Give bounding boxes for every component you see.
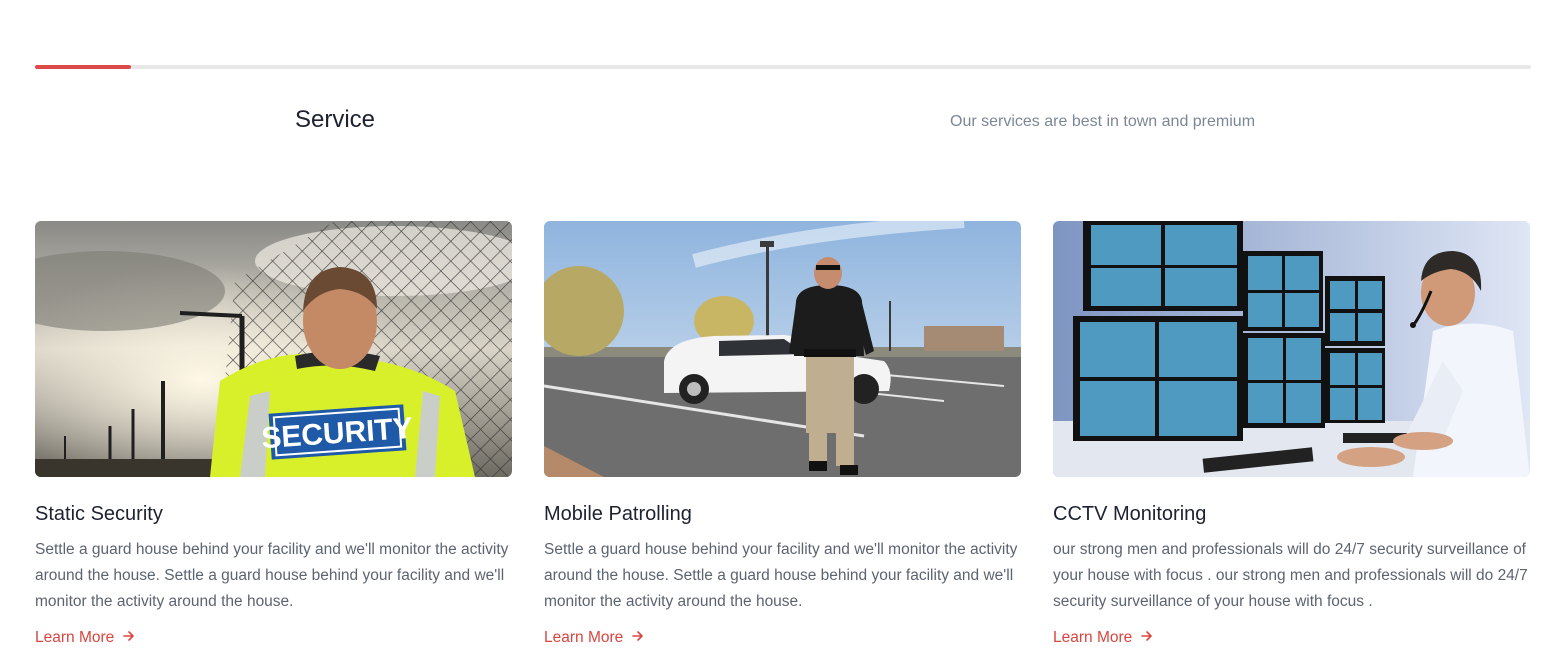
learn-more-label: Learn More — [1053, 629, 1133, 646]
learn-more-label: Learn More — [544, 629, 624, 646]
arrow-right-icon — [632, 629, 644, 647]
arrow-right-icon — [123, 629, 135, 647]
section-subtitle: Our services are best in town and premiu… — [950, 113, 1256, 130]
arrow-right-icon — [1141, 629, 1153, 647]
section-progress-fill — [35, 65, 131, 69]
learn-more-link[interactable]: Learn More — [35, 629, 135, 647]
security-guard-photo: SECURITY — [35, 221, 512, 477]
learn-more-link[interactable]: Learn More — [1053, 629, 1153, 647]
card-description: our strong men and professionals will do… — [1053, 541, 1528, 610]
card-title: CCTV Monitoring — [1053, 503, 1207, 525]
cctv-operator-photo — [1053, 221, 1530, 477]
card-description: Settle a guard house behind your facilit… — [35, 541, 509, 610]
patrol-officer-photo — [544, 221, 1021, 477]
card-title: Mobile Patrolling — [544, 503, 692, 525]
card-description: Settle a guard house behind your facilit… — [544, 541, 1018, 610]
service-card-cctv-monitoring: CCTV Monitoring our strong men and profe… — [1053, 221, 1530, 647]
card-title: Static Security — [35, 503, 163, 525]
learn-more-label: Learn More — [35, 629, 115, 646]
section-title: Service — [295, 106, 376, 133]
service-card-mobile-patrolling: Mobile Patrolling Settle a guard house b… — [544, 221, 1021, 647]
service-card-static-security: SECURITY Static Security Settle a guard … — [35, 221, 512, 647]
learn-more-link[interactable]: Learn More — [544, 629, 644, 647]
section-progress-track — [35, 65, 1531, 69]
